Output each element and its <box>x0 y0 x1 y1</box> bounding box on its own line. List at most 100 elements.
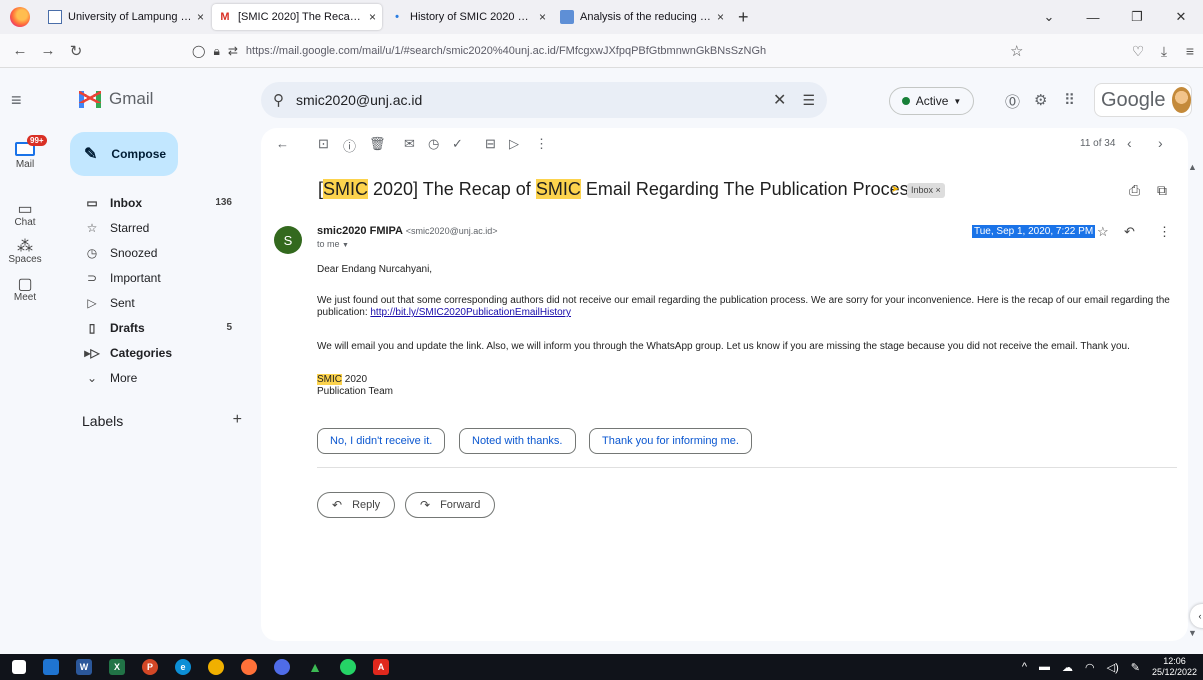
pen-icon[interactable]: ✎ <box>1131 661 1140 674</box>
status-button[interactable]: Active ▼ <box>889 87 974 115</box>
file-explorer-icon[interactable] <box>43 659 59 675</box>
sidebar-item-categories[interactable]: ▸▷ Categories <box>70 340 248 365</box>
drive-icon[interactable]: ▲ <box>307 659 323 675</box>
firefox-icon[interactable] <box>241 659 257 675</box>
browser-tab-4[interactable]: Analysis of the reducing sugar c × <box>554 4 730 30</box>
word-icon[interactable]: W <box>76 659 92 675</box>
search-input[interactable] <box>296 92 766 108</box>
gmail-logo[interactable]: Gmail <box>79 89 153 109</box>
shield-icon[interactable]: ◯ <box>192 44 205 58</box>
reload-icon[interactable]: ↻ <box>62 42 90 60</box>
reply-button[interactable]: ↶ Reply <box>317 492 396 518</box>
mark-unread-icon[interactable]: ✉ <box>404 136 415 152</box>
browser-tab-2[interactable]: M [SMIC 2020] The Recap of SMIC × <box>212 4 382 30</box>
search-bar[interactable]: ⚲ ✕ ☰ <box>261 82 827 118</box>
bookmark-star-icon[interactable]: ☆ <box>1010 42 1023 60</box>
rail-spaces[interactable]: ⁂ Spaces <box>0 236 50 265</box>
restore-icon[interactable]: ❐ <box>1115 9 1159 25</box>
sender-avatar[interactable]: S <box>274 226 302 254</box>
tab-close-icon[interactable]: × <box>369 10 376 24</box>
sidebar-item-inbox[interactable]: ▭ Inbox 136 <box>70 190 248 215</box>
sidebar-item-drafts[interactable]: ▯ Drafts 5 <box>70 315 248 340</box>
rail-meet[interactable]: ▢ Meet <box>0 274 50 303</box>
lock-icon[interactable]: 🔒︎ <box>213 44 219 59</box>
sidebar-item-sent[interactable]: ▷ Sent <box>70 290 248 315</box>
snooze-icon[interactable]: ◷ <box>428 136 439 152</box>
star-icon[interactable]: ☆ <box>1097 224 1109 240</box>
add-label-icon[interactable]: + <box>233 411 242 429</box>
tab-close-icon[interactable]: × <box>539 10 546 24</box>
tab-close-icon[interactable]: × <box>197 10 204 24</box>
url-text[interactable]: https://mail.google.com/mail/u/1/#search… <box>246 45 766 57</box>
acrobat-icon[interactable]: A <box>373 659 389 675</box>
more-vert-icon[interactable]: ⋮ <box>535 136 548 152</box>
scroll-up-icon[interactable]: ▲ <box>1188 162 1197 172</box>
permissions-icon[interactable]: ⇄ <box>228 44 238 58</box>
clock[interactable]: 12:06 25/12/2022 <box>1152 656 1197 678</box>
close-window-icon[interactable]: ✕ <box>1159 9 1203 25</box>
menu-icon[interactable]: ≡ <box>1177 43 1203 59</box>
downloads-icon[interactable]: ⤓ <box>1151 43 1177 60</box>
search-options-icon[interactable]: ☰ <box>802 92 815 109</box>
add-task-icon[interactable]: ✓ <box>452 136 463 152</box>
minimize-icon[interactable]: — <box>1071 10 1115 25</box>
smart-reply-1[interactable]: No, I didn't receive it. <box>317 428 446 454</box>
smart-reply-3[interactable]: Thank you for informing me. <box>589 428 752 454</box>
scroll-down-icon[interactable]: ▼ <box>1188 628 1197 638</box>
powerpoint-icon[interactable]: P <box>142 659 158 675</box>
report-spam-icon[interactable]: ⓘ <box>343 136 356 155</box>
archive-icon[interactable]: ⊡ <box>318 136 329 152</box>
excel-icon[interactable]: X <box>109 659 125 675</box>
wifi-icon[interactable]: ◠ <box>1085 661 1095 674</box>
chrome-icon[interactable] <box>208 659 224 675</box>
whatsapp-icon[interactable] <box>340 659 356 675</box>
sidebar-item-snoozed[interactable]: ◷ Snoozed <box>70 240 248 265</box>
newer-icon[interactable]: ‹ <box>1127 135 1132 151</box>
battery-icon[interactable]: ▬ <box>1039 661 1050 673</box>
back-icon[interactable]: ← <box>6 42 34 59</box>
rail-chat[interactable]: ▭ Chat <box>0 199 50 228</box>
search-icon[interactable]: ⚲ <box>273 91 284 109</box>
help-icon[interactable]: ⓪ <box>1005 91 1020 112</box>
volume-icon[interactable]: ◁) <box>1107 661 1119 674</box>
rail-mail[interactable]: 99+ Mail <box>0 135 50 170</box>
zoom-icon[interactable] <box>274 659 290 675</box>
onedrive-icon[interactable]: ☁ <box>1062 661 1073 674</box>
tab-close-icon[interactable]: × <box>717 10 724 24</box>
older-icon[interactable]: › <box>1158 135 1163 151</box>
recipients[interactable]: to me ▼ <box>317 239 349 249</box>
back-to-list-icon[interactable]: ← <box>276 136 289 151</box>
reply-icon[interactable]: ↶ <box>1124 224 1135 240</box>
sidebar-item-more[interactable]: ⌄ More <box>70 365 248 390</box>
new-tab-icon[interactable]: + <box>738 7 749 28</box>
tray-expand-icon[interactable]: ^ <box>1022 661 1027 673</box>
forward-icon[interactable]: → <box>34 42 62 59</box>
open-new-window-icon[interactable]: ⧉ <box>1157 182 1167 199</box>
forward-button[interactable]: ↷ Forward <box>405 492 496 518</box>
sidebar-item-important[interactable]: ⊃ Important <box>70 265 248 290</box>
sender-name[interactable]: smic2020 FMIPA <box>317 225 403 237</box>
browser-tab-3[interactable]: • History of SMIC 2020 Regarding × <box>384 4 552 30</box>
print-icon[interactable]: ⎙ <box>1129 182 1140 199</box>
windows-start-icon[interactable] <box>12 660 26 674</box>
smart-reply-2[interactable]: Noted with thanks. <box>459 428 576 454</box>
google-account-button[interactable]: Google <box>1094 83 1192 117</box>
label-as-icon[interactable]: ▷ <box>509 136 519 152</box>
edge-icon[interactable]: e <box>175 659 191 675</box>
importance-marker-icon[interactable]: ➤ <box>891 184 899 195</box>
firefox-logo-icon[interactable] <box>10 7 30 27</box>
clear-search-icon[interactable]: ✕ <box>773 90 786 110</box>
pocket-icon[interactable]: ♡ <box>1125 43 1151 60</box>
publication-link[interactable]: http://bit.ly/SMIC2020PublicationEmailHi… <box>370 307 571 318</box>
inbox-label-chip[interactable]: Inbox × <box>907 183 945 198</box>
settings-gear-icon[interactable]: ⚙ <box>1034 91 1047 109</box>
url-bar[interactable]: ◯ 🔒︎ ⇄ https://mail.google.com/mail/u/1/… <box>192 38 1028 64</box>
sidebar-item-starred[interactable]: ☆ Starred <box>70 215 248 240</box>
more-vert-icon[interactable]: ⋮ <box>1158 224 1171 240</box>
apps-grid-icon[interactable]: ⠿ <box>1064 91 1075 109</box>
tab-list-icon[interactable]: ⌄ <box>1027 9 1071 25</box>
browser-tab-1[interactable]: University of Lampung | LPPM-U × <box>42 4 210 30</box>
side-panel-toggle-icon[interactable]: ‹ <box>1190 604 1203 628</box>
compose-button[interactable]: ✎ Compose <box>70 132 178 176</box>
delete-icon[interactable]: 🗑︎ <box>369 136 386 152</box>
